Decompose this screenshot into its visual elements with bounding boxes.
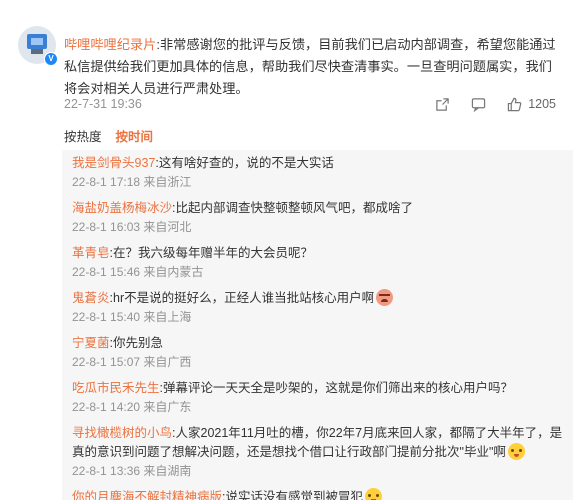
main-comment-meta: 22-7-31 19:36 1205 [64, 95, 564, 113]
list-item: 你的月塵海不解封精神病版:说实话没有感觉到被冒犯 [62, 484, 573, 500]
sort-by-time[interactable]: 按时间 [116, 128, 154, 146]
comment-actions: 1205 [414, 95, 556, 113]
comment-icon[interactable] [470, 96, 486, 112]
reply-author[interactable]: 我是剑骨头937 [72, 156, 155, 170]
angry-emoji-icon [376, 289, 394, 306]
reply-text: :你先别急 [109, 336, 163, 350]
main-comment-time: 22-7-31 19:36 [64, 97, 142, 111]
reply-author[interactable]: 宁夏菌 [72, 336, 110, 350]
reply-meta: 22-8-1 16:03 来自河北 [72, 220, 192, 234]
reply-meta: 22-8-1 15:46 来自内蒙古 [72, 265, 204, 279]
sort-bar: 按热度 按时间 [64, 128, 167, 146]
reply-meta: 22-8-1 15:40 来自上海 [72, 310, 192, 324]
reply-text: :这有啥好查的，说的不是大实话 [155, 156, 334, 170]
share-icon[interactable] [434, 96, 450, 112]
shy-emoji-icon [507, 443, 525, 460]
verified-badge-icon: V [44, 52, 58, 66]
reply-author[interactable]: 海盐奶盖杨梅冰沙 [72, 201, 172, 215]
reply-text: :比起内部调查快整顿整顿风气吧，都成啥了 [172, 201, 413, 215]
reply-text: :弹幕评论一天天全是吵架的，这就是你们筛出来的核心用户吗？ [159, 381, 513, 395]
reply-text: :在？我六级每年赠半年的大会员呢？ [109, 246, 313, 260]
main-comment-author[interactable]: 哔哩哔哩纪录片 [64, 37, 156, 52]
tv-icon [27, 34, 47, 49]
reply-meta: 22-8-1 14:20 来自广东 [72, 400, 192, 414]
list-item: 革青皂:在？我六级每年赠半年的大会员呢？ 22-8-1 15:46 来自内蒙古 [62, 240, 573, 285]
reply-text: :hr不是说的挺好么，正经人谁当批站核心用户啊 [109, 291, 375, 305]
reply-author[interactable]: 革青皂 [72, 246, 110, 260]
shy-emoji-icon [365, 488, 382, 500]
reply-author[interactable]: 寻找橄榄树的小鸟 [72, 426, 172, 440]
list-item: 吃瓜市民禾先生:弹幕评论一天天全是吵架的，这就是你们筛出来的核心用户吗？ 22-… [62, 375, 573, 420]
sort-by-hot[interactable]: 按热度 [64, 128, 102, 146]
list-item: 寻找橄榄树的小鸟:人家2021年11月吐的槽，你22年7月底来回人家，都隔了大半… [62, 420, 573, 484]
list-item: 宁夏菌:你先别急 22-8-1 15:07 来自广西 [62, 330, 573, 375]
reply-text: :说实话没有感觉到被冒犯 [222, 490, 363, 500]
reply-meta: 22-8-1 17:18 来自浙江 [72, 175, 192, 189]
list-item: 海盐奶盖杨梅冰沙:比起内部调查快整顿整顿风气吧，都成啥了 22-8-1 16:0… [62, 195, 573, 240]
list-item: 鬼蒼炎:hr不是说的挺好么，正经人谁当批站核心用户啊 22-8-1 15:40 … [62, 285, 573, 330]
reply-meta: 22-8-1 13:36 来自湖南 [72, 464, 192, 478]
reply-author[interactable]: 鬼蒼炎 [72, 291, 110, 305]
like-count: 1205 [528, 97, 556, 111]
reply-meta: 22-8-1 15:07 来自广西 [72, 355, 192, 369]
like-icon[interactable] [506, 96, 522, 112]
main-comment: 哔哩哔哩纪录片:非常感谢您的批评与反馈，目前我们已启动内部调查，希望您能通过私信… [64, 34, 564, 100]
reply-list: 我是剑骨头937:这有啥好查的，说的不是大实话 22-8-1 17:18 来自浙… [62, 150, 573, 500]
reply-author[interactable]: 你的月塵海不解封精神病版 [72, 490, 222, 500]
list-item: 我是剑骨头937:这有啥好查的，说的不是大实话 22-8-1 17:18 来自浙… [62, 150, 573, 195]
reply-author[interactable]: 吃瓜市民禾先生 [72, 381, 160, 395]
